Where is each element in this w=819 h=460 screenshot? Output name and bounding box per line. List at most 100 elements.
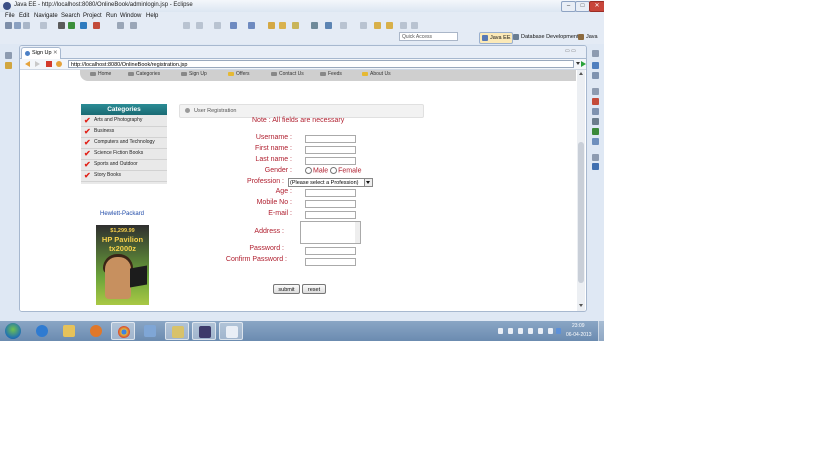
taskbar-eclipse[interactable] — [192, 322, 216, 340]
outline-icon[interactable] — [592, 62, 599, 69]
first-name-input[interactable] — [305, 146, 356, 154]
age-input[interactable] — [305, 189, 356, 197]
toolbar-icon[interactable] — [183, 22, 190, 29]
menu-run[interactable]: Run — [106, 13, 117, 19]
java-ee-perspective[interactable]: Java EE — [479, 32, 514, 44]
address-textarea[interactable] — [300, 221, 361, 244]
mobile-input[interactable] — [305, 200, 356, 208]
print-icon[interactable] — [23, 22, 30, 29]
site-nav-sign-up[interactable]: Sign Up — [181, 71, 207, 77]
restore-icon[interactable] — [592, 154, 599, 161]
toolbar-icon[interactable] — [292, 22, 299, 29]
package-explorer-icon[interactable] — [5, 62, 12, 69]
toolbar-icon[interactable] — [214, 22, 221, 29]
site-nav-feeds[interactable]: Feeds — [320, 71, 342, 77]
forward-icon[interactable] — [35, 61, 40, 67]
stop-icon[interactable] — [46, 61, 52, 67]
quick-access-input[interactable]: Quick Access — [399, 32, 458, 41]
textarea-scrollbar[interactable] — [355, 222, 360, 243]
scroll-thumb[interactable] — [578, 142, 584, 283]
restore-icon[interactable] — [5, 52, 12, 59]
close-button[interactable]: ✕ — [589, 1, 604, 12]
vertical-scrollbar[interactable] — [577, 70, 585, 311]
new-icon[interactable] — [5, 22, 12, 29]
tray-icon[interactable] — [538, 328, 543, 334]
taskbar-explorer[interactable] — [57, 322, 81, 340]
url-dropdown-icon[interactable] — [576, 62, 580, 65]
start-button[interactable] — [5, 323, 21, 339]
toolbar-icon[interactable] — [340, 22, 347, 29]
back-icon[interactable] — [25, 61, 30, 67]
site-nav-contact[interactable]: Contact Us — [271, 71, 304, 77]
go-icon[interactable] — [581, 61, 586, 67]
taskbar-chrome[interactable] — [111, 322, 135, 340]
back-icon[interactable] — [374, 22, 381, 29]
toolbar-icon[interactable] — [117, 22, 124, 29]
debug-icon[interactable] — [58, 22, 65, 29]
menu-help[interactable]: Help — [146, 13, 158, 19]
toolbar-icon[interactable] — [196, 22, 203, 29]
female-radio[interactable] — [330, 167, 338, 174]
url-field[interactable]: http://localhost:8080/OnlineBook/registr… — [68, 60, 574, 68]
toolbar-icon[interactable] — [325, 22, 332, 29]
category-item[interactable]: ✔ Story Books — [81, 170, 167, 182]
snippets-icon[interactable] — [592, 138, 599, 145]
show-desktop-button[interactable] — [598, 321, 604, 341]
site-nav-offers[interactable]: Offers — [228, 71, 250, 77]
servers-icon[interactable] — [592, 118, 599, 125]
dropdown-arrow-icon[interactable] — [364, 179, 372, 186]
toolbar-icon[interactable] — [40, 22, 47, 29]
toolbar-icon[interactable] — [230, 22, 237, 29]
toolbar-icon[interactable] — [411, 22, 418, 29]
email-input[interactable] — [305, 211, 356, 219]
site-nav-categories[interactable]: Categories — [128, 71, 160, 77]
toolbar-icon[interactable] — [248, 22, 255, 29]
menu-project[interactable]: Project — [83, 13, 102, 19]
taskbar-app[interactable] — [138, 322, 162, 340]
flag-icon[interactable] — [556, 328, 561, 334]
folder-icon[interactable] — [279, 22, 286, 29]
properties-icon[interactable] — [592, 108, 599, 115]
minimize-button[interactable]: – — [561, 1, 576, 12]
site-nav-about[interactable]: About Us — [362, 71, 391, 77]
menu-navigate[interactable]: Navigate — [34, 13, 58, 19]
restore-icon[interactable] — [592, 50, 599, 57]
tab-sign-up[interactable]: Sign Up ✕ — [21, 47, 61, 59]
password-input[interactable] — [305, 247, 356, 255]
taskbar-ie[interactable] — [30, 322, 54, 340]
taskbar-media[interactable] — [84, 322, 108, 340]
male-radio[interactable] — [305, 167, 312, 174]
restore-icon[interactable] — [592, 88, 599, 95]
task-list-icon[interactable] — [592, 72, 599, 79]
clock-time[interactable]: 23:09 — [572, 323, 585, 329]
menu-search[interactable]: Search — [61, 13, 80, 19]
toolbar-icon[interactable] — [400, 22, 407, 29]
username-input[interactable] — [305, 135, 356, 143]
taskbar-document[interactable] — [219, 322, 243, 340]
site-nav-home[interactable]: Home — [90, 71, 111, 77]
show-hidden-icon[interactable] — [498, 328, 503, 334]
java-perspective[interactable]: Java — [578, 32, 598, 42]
hp-ad-image[interactable]: $1,299.99 HP Pavilion tx2000z — [96, 225, 149, 305]
menu-window[interactable]: Window — [120, 13, 141, 19]
last-name-input[interactable] — [305, 157, 356, 165]
scroll-down-icon[interactable] — [579, 304, 583, 307]
confirm-password-input[interactable] — [305, 258, 356, 266]
clock-date[interactable]: 06-04-2013 — [566, 332, 592, 338]
volume-icon[interactable] — [548, 328, 553, 334]
reset-button[interactable]: reset — [302, 284, 326, 294]
tray-icon[interactable] — [518, 328, 523, 334]
console-icon[interactable] — [592, 163, 599, 170]
tray-icon[interactable] — [508, 328, 513, 334]
save-icon[interactable] — [14, 22, 21, 29]
tab-close-icon[interactable]: ✕ — [53, 48, 58, 59]
server-icon[interactable] — [93, 22, 100, 29]
menu-file[interactable]: File — [5, 13, 15, 19]
taskbar-network[interactable] — [165, 322, 189, 340]
forward-icon[interactable] — [386, 22, 393, 29]
markers-icon[interactable] — [592, 98, 599, 105]
scroll-up-icon[interactable] — [579, 72, 583, 75]
toolbar-icon[interactable] — [311, 22, 318, 29]
toolbar-icon[interactable] — [360, 22, 367, 29]
network-icon[interactable] — [528, 328, 533, 334]
